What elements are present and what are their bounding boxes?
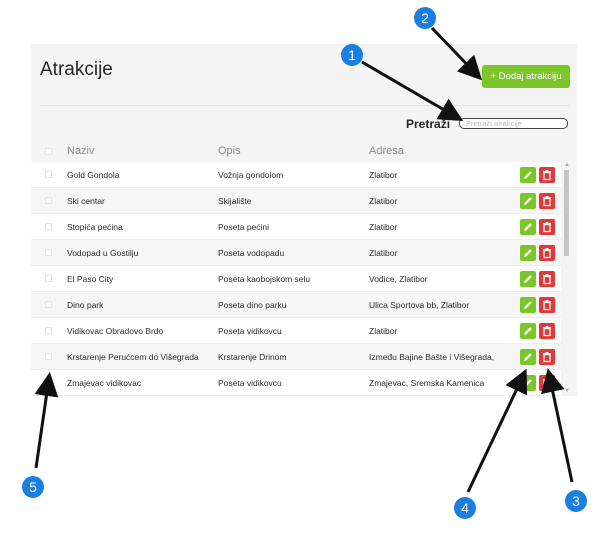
marker-4-label: 4 — [461, 500, 469, 516]
marker-3: 3 — [565, 490, 587, 512]
arrow-2 — [430, 26, 483, 81]
marker-4: 4 — [454, 497, 476, 519]
marker-5-label: 5 — [29, 479, 37, 495]
annotation-overlay: 1 2 3 4 5 — [22, 7, 587, 519]
marker-5: 5 — [22, 476, 44, 498]
marker-3-label: 3 — [572, 493, 580, 509]
arrow-5 — [34, 372, 59, 469]
arrow-4 — [466, 368, 528, 493]
arrow-1 — [361, 60, 464, 122]
marker-1-label: 1 — [348, 47, 356, 63]
marker-2: 2 — [414, 7, 436, 29]
arrow-3 — [541, 368, 574, 483]
marker-2-label: 2 — [421, 10, 429, 26]
marker-1: 1 — [341, 44, 363, 66]
